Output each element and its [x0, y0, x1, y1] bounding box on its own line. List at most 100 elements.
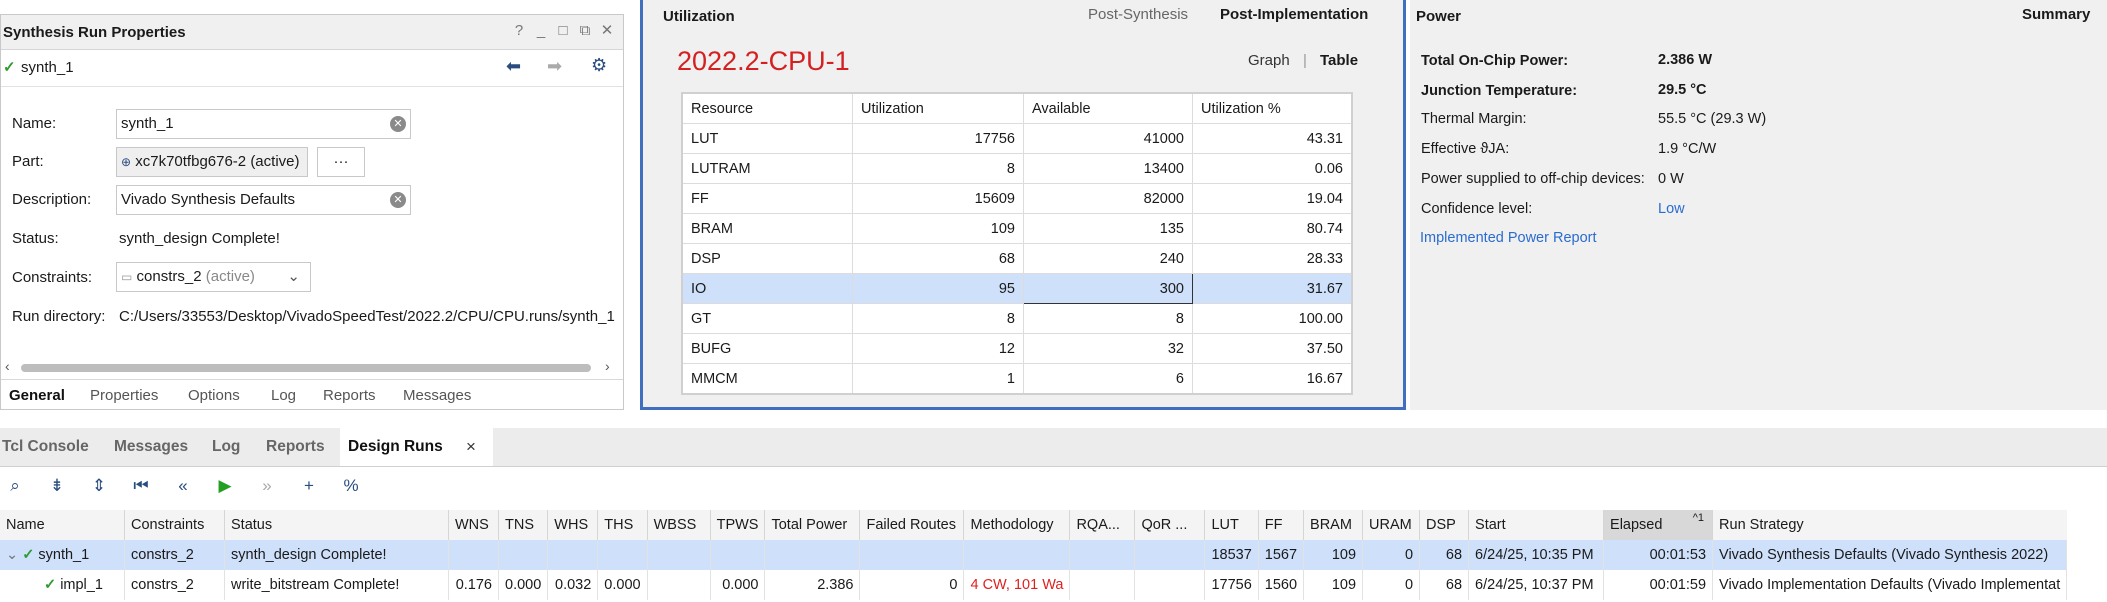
column-header[interactable]: WBSS: [647, 510, 711, 540]
available-cell: 135: [1023, 213, 1193, 244]
scroll-right-icon[interactable]: ›: [605, 358, 610, 374]
column-header[interactable]: URAM: [1362, 510, 1421, 540]
summary-tab[interactable]: Summary: [2022, 6, 2090, 23]
column-header[interactable]: Start: [1468, 510, 1605, 540]
close-tab-icon[interactable]: ×: [466, 437, 476, 457]
clear-icon[interactable]: ✕: [390, 116, 406, 132]
graph-toggle[interactable]: Graph: [1248, 52, 1290, 69]
table-row[interactable]: FF 15609 82000 19.04: [681, 183, 1353, 214]
column-header[interactable]: DSP: [1419, 510, 1470, 540]
column-header-sorted[interactable]: Elapsed ^1: [1603, 510, 1714, 540]
part-field[interactable]: ⊕ xc7k70tfbg676-2 (active): [116, 147, 308, 177]
tab-messages[interactable]: Messages: [403, 387, 471, 404]
power-panel: Power Summary Total On-Chip Power: 2.386…: [1410, 0, 2107, 410]
column-header[interactable]: Constraints: [124, 510, 225, 540]
failed-routes-cell: 0: [859, 570, 965, 600]
description-field[interactable]: Vivado Synthesis Defaults ✕: [116, 185, 411, 215]
tab-log[interactable]: Log: [271, 387, 296, 404]
run-name-cell: ✓ impl_1: [0, 570, 125, 600]
tab-tcl-console[interactable]: Tcl Console: [0, 428, 112, 466]
qor-cell: [1134, 540, 1206, 570]
gear-icon[interactable]: ⚙: [591, 55, 607, 76]
column-header[interactable]: Utilization: [852, 92, 1024, 124]
bottom-tab-bar: Tcl Console Messages Log Reports Design …: [0, 428, 2107, 467]
column-header[interactable]: BRAM: [1303, 510, 1364, 540]
column-header[interactable]: Run Strategy: [1712, 510, 2067, 540]
methodology-cell[interactable]: 4 CW, 101 Wa: [963, 570, 1071, 600]
tab-reports[interactable]: Reports: [264, 428, 336, 466]
confidence-link[interactable]: Low: [1658, 201, 1685, 217]
constraints-dropdown[interactable]: ▭ constrs_2 (active) ⌄: [116, 262, 311, 292]
minimize-icon[interactable]: _: [531, 21, 551, 41]
next-icon[interactable]: »: [256, 475, 278, 497]
column-header[interactable]: Resource: [681, 92, 853, 124]
table-toggle[interactable]: Table: [1320, 52, 1358, 69]
expand-chevron-icon[interactable]: ⌄: [6, 547, 18, 563]
search-icon[interactable]: ⌕: [4, 475, 26, 497]
table-row[interactable]: GT 8 8 100.00: [681, 303, 1353, 334]
table-row[interactable]: MMCM 1 6 16.67: [681, 363, 1353, 395]
table-row[interactable]: BUFG 12 32 37.50: [681, 333, 1353, 364]
column-header[interactable]: WNS: [448, 510, 499, 540]
percent-icon[interactable]: %: [340, 475, 362, 497]
tab-general[interactable]: General: [9, 387, 65, 404]
scroll-thumb[interactable]: [21, 364, 591, 372]
clear-icon[interactable]: ✕: [390, 192, 406, 208]
help-icon[interactable]: ?: [509, 21, 529, 41]
tab-properties[interactable]: Properties: [90, 387, 158, 404]
collapse-all-icon[interactable]: ⇟: [46, 475, 68, 497]
tab-options[interactable]: Options: [188, 387, 240, 404]
forward-arrow-icon[interactable]: ➡: [547, 56, 562, 77]
add-run-icon[interactable]: +: [298, 475, 320, 497]
tab-messages[interactable]: Messages: [112, 428, 204, 466]
scroll-left-icon[interactable]: ‹: [5, 358, 10, 374]
wns-cell: 0.176: [448, 570, 499, 600]
run-row-synth-1[interactable]: ⌄ ✓ synth_1 constrs_2 synth_design Compl…: [0, 540, 2068, 570]
tpws-cell: [710, 540, 766, 570]
expand-all-icon[interactable]: ⇕: [88, 475, 110, 497]
total-power-cell: 2.386: [764, 570, 861, 600]
table-row[interactable]: DSP 68 240 28.33: [681, 243, 1353, 274]
column-header[interactable]: TNS: [498, 510, 549, 540]
constraints-cell: constrs_2: [124, 570, 225, 600]
column-header[interactable]: WHS: [547, 510, 599, 540]
table-row[interactable]: BRAM 109 135 80.74: [681, 213, 1353, 244]
column-header[interactable]: TPWS: [710, 510, 766, 540]
power-report-link[interactable]: Implemented Power Report: [1420, 230, 1597, 246]
run-row-impl-1[interactable]: ✓ impl_1 constrs_2 write_bitstream Compl…: [0, 570, 2068, 600]
column-header[interactable]: QoR ...: [1134, 510, 1206, 540]
close-icon[interactable]: ✕: [597, 21, 617, 41]
maximize-icon[interactable]: □: [553, 21, 573, 41]
float-icon[interactable]: ⧉: [575, 21, 595, 41]
first-icon[interactable]: ⏮: [130, 475, 152, 497]
launch-run-icon[interactable]: ▶: [214, 475, 236, 497]
column-header[interactable]: Utilization %: [1192, 92, 1353, 124]
tab-reports[interactable]: Reports: [323, 387, 376, 404]
table-row-selected[interactable]: IO 95 300 31.67: [681, 273, 1353, 304]
tab-post-synthesis[interactable]: Post-Synthesis: [1088, 6, 1188, 23]
thermal-margin-label: Thermal Margin:: [1421, 111, 1527, 127]
column-header[interactable]: Name: [0, 510, 125, 540]
previous-icon[interactable]: «: [172, 475, 194, 497]
device-title: 2022.2-CPU-1: [677, 46, 850, 76]
column-header[interactable]: FF: [1258, 510, 1305, 540]
column-header[interactable]: Status: [224, 510, 449, 540]
name-field[interactable]: synth_1 ✕: [116, 109, 411, 139]
table-row[interactable]: LUT 17756 41000 43.31: [681, 123, 1353, 154]
percent-cell: 31.67: [1192, 273, 1353, 304]
part-browse-button[interactable]: ···: [317, 147, 365, 177]
resource-cell: DSP: [681, 243, 853, 274]
column-header[interactable]: Available: [1023, 92, 1193, 124]
column-header[interactable]: Methodology: [963, 510, 1071, 540]
table-row[interactable]: LUTRAM 8 13400 0.06: [681, 153, 1353, 184]
column-header[interactable]: THS: [597, 510, 648, 540]
tab-log[interactable]: Log: [210, 428, 262, 466]
tab-post-implementation[interactable]: Post-Implementation: [1220, 6, 1368, 23]
column-header[interactable]: RQA...: [1069, 510, 1136, 540]
column-header[interactable]: Total Power: [764, 510, 861, 540]
back-arrow-icon[interactable]: ⬅: [506, 56, 521, 77]
horizontal-scrollbar[interactable]: ‹ ›: [5, 358, 617, 374]
column-header[interactable]: LUT: [1204, 510, 1259, 540]
column-header[interactable]: Failed Routes: [859, 510, 965, 540]
resource-cell: FF: [681, 183, 853, 214]
